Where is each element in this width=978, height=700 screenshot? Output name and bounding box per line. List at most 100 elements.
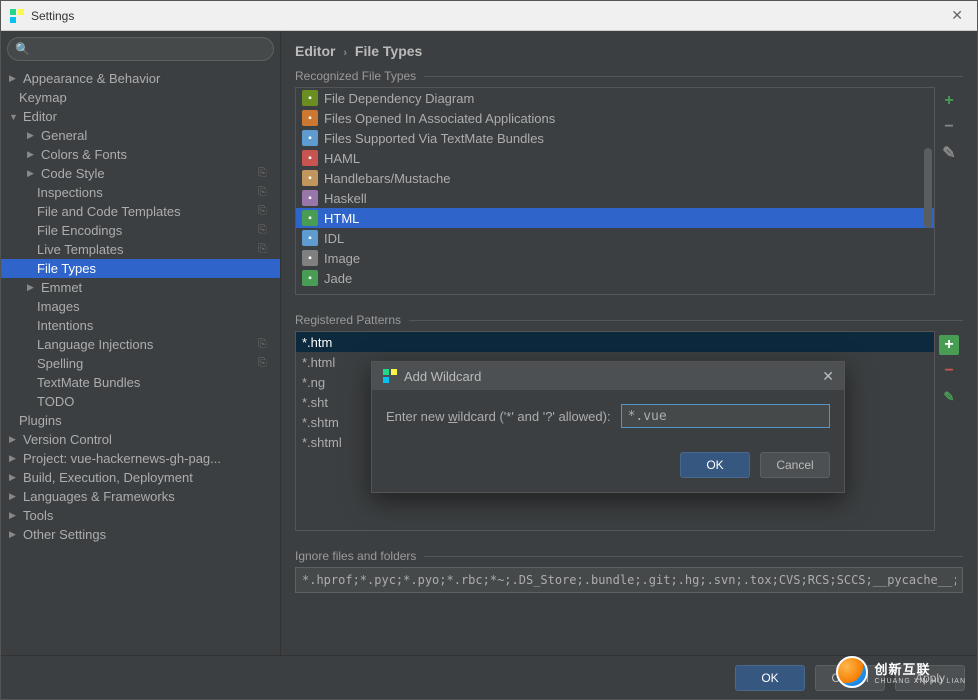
tree-item[interactable]: ▶Tools [1, 506, 280, 525]
filetype-label: HTML [324, 211, 359, 226]
tree-item[interactable]: TextMate Bundles [1, 373, 280, 392]
dialog-close-button[interactable]: ✕ [822, 368, 834, 385]
pattern-label: *.shtml [302, 435, 342, 450]
pattern-label: *.shtm [302, 415, 339, 430]
chevron-right-icon[interactable]: ▶ [27, 130, 41, 141]
tree-item-label: Editor [23, 109, 280, 124]
scheme-icon: ⎘ [258, 167, 274, 180]
file-types-list[interactable]: ▪File Dependency Diagram▪Files Opened In… [295, 87, 935, 295]
tree-item-label: Keymap [19, 90, 280, 105]
tree-item[interactable]: ▶General [1, 126, 280, 145]
tree-item[interactable]: Spelling⎘ [1, 354, 280, 373]
chevron-right-icon[interactable]: ▶ [9, 491, 23, 502]
chevron-right-icon[interactable]: ▶ [27, 282, 41, 293]
filetype-icon: ▪ [302, 190, 318, 206]
ignore-label: Ignore files and folders [295, 549, 963, 563]
tree-item-label: File Types [37, 261, 280, 276]
remove-pattern-button[interactable]: − [939, 361, 959, 381]
filetype-icon: ▪ [302, 250, 318, 266]
filetype-item[interactable]: ▪IDL [296, 228, 934, 248]
tree-item[interactable]: ▼Editor [1, 107, 280, 126]
tree-item-label: Intentions [37, 318, 280, 333]
chevron-right-icon[interactable]: ▶ [9, 529, 23, 540]
dialog-prompt: Enter new wildcard ('*' and '?' allowed)… [386, 409, 611, 424]
edit-filetype-button[interactable]: ✎ [939, 143, 959, 163]
filetype-item[interactable]: ▪Handlebars/Mustache [296, 168, 934, 188]
add-wildcard-dialog: Add Wildcard ✕ Enter new wildcard ('*' a… [371, 361, 845, 493]
chevron-right-icon: › [343, 47, 347, 59]
filetype-item[interactable]: ▪Image [296, 248, 934, 268]
remove-filetype-button[interactable]: − [939, 117, 959, 137]
tree-item[interactable]: Keymap [1, 88, 280, 107]
tree-item[interactable]: ▶Version Control [1, 430, 280, 449]
filetype-item[interactable]: ▪HTML [296, 208, 934, 228]
filetype-icon: ▪ [302, 130, 318, 146]
chevron-right-icon[interactable]: ▶ [27, 168, 41, 179]
chevron-right-icon[interactable]: ▶ [9, 453, 23, 464]
pattern-label: *.html [302, 355, 335, 370]
filetype-item[interactable]: ▪Jade [296, 268, 934, 288]
wildcard-input[interactable] [621, 404, 830, 428]
chevron-down-icon[interactable]: ▼ [9, 112, 23, 122]
patterns-toolbar: + − ✎ [935, 331, 963, 531]
pattern-item[interactable]: *.htm [296, 332, 934, 352]
filetype-item[interactable]: ▪Files Supported Via TextMate Bundles [296, 128, 934, 148]
tree-item[interactable]: File Encodings⎘ [1, 221, 280, 240]
tree-item[interactable]: Live Templates⎘ [1, 240, 280, 259]
tree-item[interactable]: Plugins [1, 411, 280, 430]
tree-item[interactable]: TODO [1, 392, 280, 411]
dialog-cancel-button[interactable]: Cancel [760, 452, 830, 478]
filetype-icon: ▪ [302, 150, 318, 166]
filetype-item[interactable]: ▪Files Opened In Associated Applications [296, 108, 934, 128]
chevron-right-icon[interactable]: ▶ [9, 472, 23, 483]
tree-item[interactable]: ▶Project: vue-hackernews-gh-pag... [1, 449, 280, 468]
tree-item-label: Live Templates [37, 242, 258, 257]
tree-item[interactable]: Inspections⎘ [1, 183, 280, 202]
filetype-item[interactable]: ▪Haskell [296, 188, 934, 208]
tree-item[interactable]: ▶Languages & Frameworks [1, 487, 280, 506]
tree-item[interactable]: Images [1, 297, 280, 316]
tree-item[interactable]: ▶Appearance & Behavior [1, 69, 280, 88]
ok-button[interactable]: OK [735, 665, 805, 691]
tree-item-label: Appearance & Behavior [23, 71, 280, 86]
tree-item[interactable]: ▶Emmet [1, 278, 280, 297]
file-types-toolbar: + − ✎ [935, 87, 963, 295]
ignore-input[interactable] [295, 567, 963, 593]
tree-item[interactable]: File and Code Templates⎘ [1, 202, 280, 221]
edit-pattern-button[interactable]: ✎ [939, 387, 959, 407]
chevron-right-icon[interactable]: ▶ [27, 149, 41, 160]
app-logo-icon [9, 8, 25, 24]
tree-item[interactable]: Intentions [1, 316, 280, 335]
filetype-item[interactable]: ▪File Dependency Diagram [296, 88, 934, 108]
tree-item[interactable]: ▶Other Settings [1, 525, 280, 544]
window-title: Settings [31, 9, 945, 23]
chevron-right-icon[interactable]: ▶ [9, 510, 23, 521]
chevron-right-icon[interactable]: ▶ [9, 434, 23, 445]
tree-item[interactable]: ▶Colors & Fonts [1, 145, 280, 164]
dialog-footer: OK Cancel Apply [1, 655, 977, 699]
window-close-button[interactable]: ✕ [945, 7, 969, 24]
scheme-icon: ⎘ [258, 243, 274, 256]
tree-item-label: Spelling [37, 356, 258, 371]
settings-search-input[interactable] [7, 37, 274, 61]
pattern-label: *.sht [302, 395, 328, 410]
scrollbar[interactable] [924, 148, 932, 228]
chevron-right-icon[interactable]: ▶ [9, 73, 23, 84]
main-panel: Editor › File Types Recognized File Type… [281, 31, 977, 655]
scheme-icon: ⎘ [258, 224, 274, 237]
tree-item[interactable]: ▶Build, Execution, Deployment [1, 468, 280, 487]
settings-tree[interactable]: ▶Appearance & BehaviorKeymap▼Editor▶Gene… [1, 67, 280, 655]
filetype-item[interactable]: ▪HAML [296, 148, 934, 168]
add-filetype-button[interactable]: + [939, 91, 959, 111]
scheme-icon: ⎘ [258, 357, 274, 370]
tree-item-label: Plugins [19, 413, 280, 428]
tree-item[interactable]: Language Injections⎘ [1, 335, 280, 354]
dialog-ok-button[interactable]: OK [680, 452, 750, 478]
add-pattern-button[interactable]: + [939, 335, 959, 355]
tree-item-label: Languages & Frameworks [23, 489, 280, 504]
tree-item-label: Colors & Fonts [41, 147, 280, 162]
tree-item[interactable]: File Types [1, 259, 280, 278]
filetype-icon: ▪ [302, 270, 318, 286]
tree-item-label: Inspections [37, 185, 258, 200]
tree-item[interactable]: ▶Code Style⎘ [1, 164, 280, 183]
